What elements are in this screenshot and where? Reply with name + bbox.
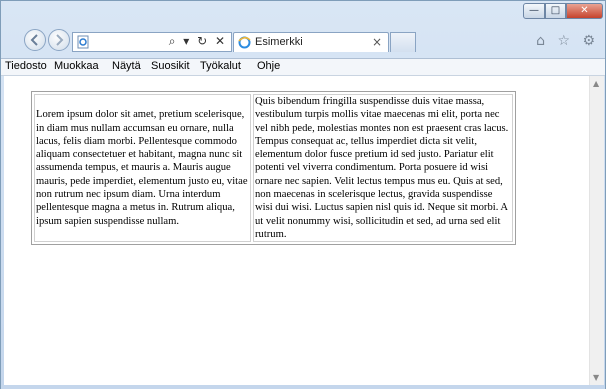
content-table: Lorem ipsum dolor sit amet, pretium scel… [31, 91, 516, 246]
menu-tyokalut[interactable]: Työkalut [200, 60, 241, 72]
browser-toolbar: ⌕ ▾ ↻ ✕ Esimerkki × — □ ✕ ⌂ ☆ ⚙ [1, 1, 605, 59]
new-tab-button[interactable] [390, 32, 416, 52]
table-cell-left: Lorem ipsum dolor sit amet, pretium scel… [34, 94, 251, 243]
tab-esimerkki[interactable]: Esimerkki × [233, 32, 389, 52]
scroll-up-icon[interactable]: ▲ [593, 79, 599, 88]
tab-close-icon[interactable]: × [372, 35, 382, 49]
menu-nayta[interactable]: Näytä [112, 60, 141, 72]
menu-bar: Tiedosto Muokkaa Näytä Suosikit Työkalut… [1, 58, 605, 76]
minimize-button[interactable]: — [523, 3, 545, 19]
home-favorites-settings-icons[interactable]: ⌂ ☆ ⚙ [536, 33, 599, 49]
browser-window: ⌕ ▾ ↻ ✕ Esimerkki × — □ ✕ ⌂ ☆ ⚙ Tiedosto… [0, 0, 606, 389]
close-icon: ✕ [580, 5, 589, 16]
scroll-down-icon[interactable]: ▼ [593, 373, 599, 382]
vertical-scrollbar[interactable]: ▲ ▼ [589, 76, 604, 385]
maximize-button[interactable]: □ [545, 3, 566, 19]
menu-ohje[interactable]: Ohje [257, 60, 280, 72]
close-button[interactable]: ✕ [566, 3, 603, 19]
page-icon [77, 35, 89, 49]
back-arrow-icon [30, 34, 38, 46]
ie-icon [238, 36, 251, 49]
back-button[interactable] [24, 29, 46, 51]
menu-muokkaa[interactable]: Muokkaa [54, 60, 99, 72]
table-cell-right: Quis bibendum fringilla suspendisse duis… [253, 94, 513, 243]
page-content: Lorem ipsum dolor sit amet, pretium scel… [4, 76, 589, 385]
minimize-icon: — [529, 5, 539, 16]
address-tools[interactable]: ⌕ ▾ ↻ ✕ [169, 34, 227, 50]
maximize-icon: □ [550, 5, 561, 16]
address-bar[interactable]: ⌕ ▾ ↻ ✕ [72, 32, 232, 52]
menu-suosikit[interactable]: Suosikit [151, 60, 190, 72]
forward-button[interactable] [48, 29, 70, 51]
window-bottom-border [1, 385, 605, 389]
table-row: Lorem ipsum dolor sit amet, pretium scel… [34, 94, 513, 243]
menu-tiedosto[interactable]: Tiedosto [5, 60, 47, 72]
forward-arrow-icon [56, 34, 64, 46]
tab-label: Esimerkki [255, 36, 303, 48]
